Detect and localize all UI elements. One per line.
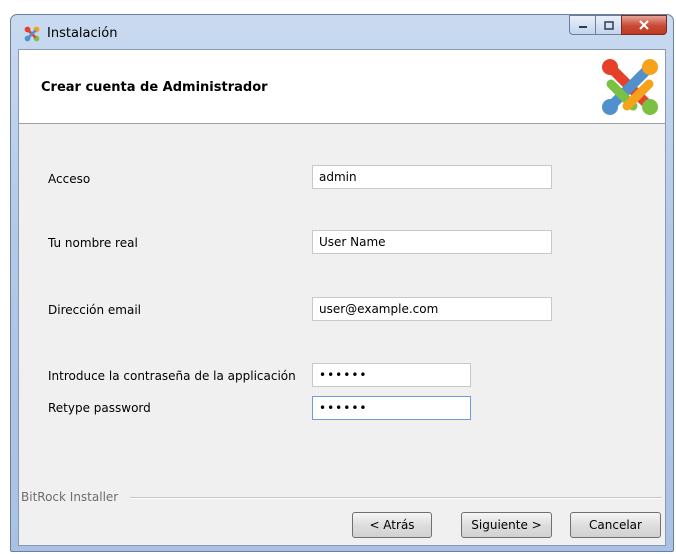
realname-input[interactable]: User Name <box>312 230 552 254</box>
back-button[interactable]: < Atrás <box>352 512 432 538</box>
minimize-button[interactable] <box>569 15 595 35</box>
footer-divider <box>130 497 662 499</box>
password-label: Introduce la contraseña de la applicació… <box>48 369 296 383</box>
page-header: Crear cuenta de Administrador <box>19 50 665 124</box>
email-label: Dirección email <box>48 303 142 317</box>
maximize-button[interactable] <box>595 15 621 35</box>
joomla-logo <box>602 59 658 115</box>
retype-password-input[interactable]: •••••• <box>312 396 471 420</box>
joomla-icon <box>24 26 40 42</box>
minimize-icon <box>578 26 587 28</box>
close-button[interactable] <box>621 15 667 35</box>
retype-password-label: Retype password <box>48 401 151 415</box>
maximize-icon <box>603 20 614 30</box>
page-title: Crear cuenta de Administrador <box>41 80 268 95</box>
close-icon <box>639 20 649 30</box>
realname-label: Tu nombre real <box>48 236 138 250</box>
window-title: Instalación <box>47 26 118 41</box>
installer-brand: BitRock Installer <box>21 490 119 504</box>
installer-panel: Crear cuenta de Administrador Acceso adm… <box>18 49 666 546</box>
next-button[interactable]: Siguiente > <box>461 512 552 538</box>
password-input[interactable]: •••••• <box>312 363 471 387</box>
window-controls <box>569 15 667 37</box>
login-label: Acceso <box>48 172 91 186</box>
title-bar[interactable]: Instalación <box>11 15 673 49</box>
installer-window: Instalación Crear cuenta de Administrado… <box>10 14 674 552</box>
login-input[interactable]: admin <box>312 165 552 189</box>
cancel-button[interactable]: Cancelar <box>570 512 661 538</box>
email-input[interactable]: user@example.com <box>312 297 552 321</box>
